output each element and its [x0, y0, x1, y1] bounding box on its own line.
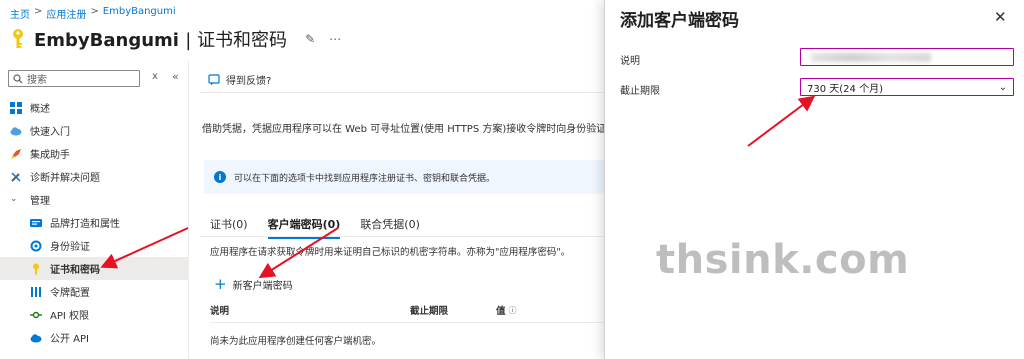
arrow-to-certificates-secrets — [100, 227, 189, 269]
arrow-to-expiry — [747, 95, 816, 147]
arrow-to-new-secret — [258, 227, 339, 279]
annotation-arrows — [100, 95, 816, 279]
